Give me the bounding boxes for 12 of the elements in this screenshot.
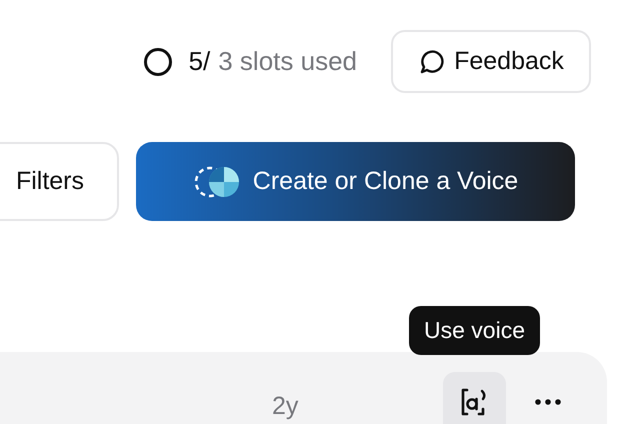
use-voice-button[interactable] (443, 372, 506, 424)
voice-age: 2y (272, 392, 298, 421)
slots-total: 3 slots used (218, 46, 357, 77)
chat-bubble-icon (418, 48, 444, 74)
tooltip: Use voice (409, 306, 540, 355)
slots-used: 5/ (188, 46, 210, 77)
more-icon (535, 399, 562, 405)
circle-icon (142, 46, 173, 76)
voice-disc-icon (192, 164, 241, 198)
create-voice-button[interactable]: Create or Clone a Voice (136, 142, 575, 221)
feedback-button[interactable]: Feedback (391, 30, 591, 93)
filters-button[interactable]: Filters (0, 142, 119, 221)
